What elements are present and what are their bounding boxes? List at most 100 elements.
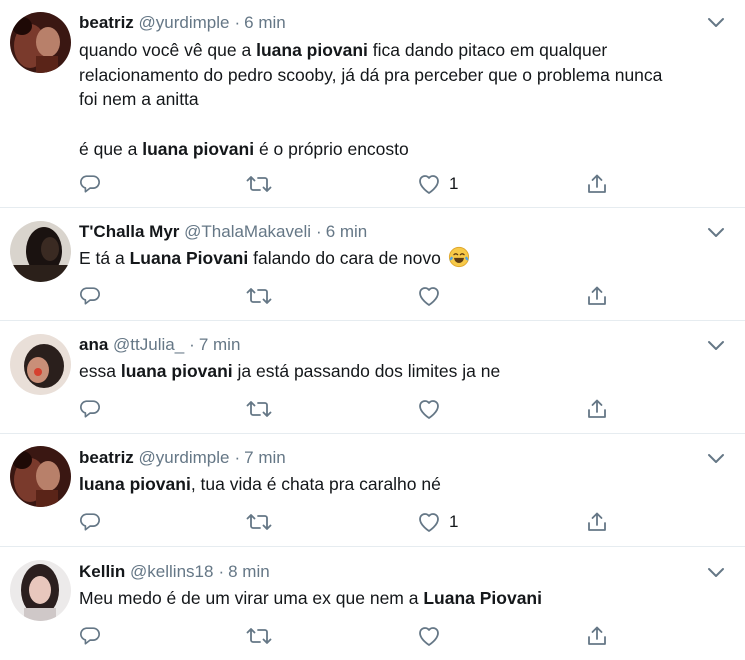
avatar[interactable] bbox=[10, 12, 71, 73]
share-button[interactable] bbox=[586, 510, 608, 534]
reply-icon bbox=[80, 175, 100, 193]
tweet-header: T'Challa Myr @ThalaMakaveli · 6 min bbox=[79, 221, 367, 243]
reply-icon bbox=[80, 400, 100, 418]
username[interactable]: @ThalaMakaveli bbox=[184, 222, 311, 241]
chevron-down-icon[interactable] bbox=[707, 340, 725, 352]
username[interactable]: @kellins18 bbox=[130, 562, 213, 581]
timestamp[interactable]: 8 min bbox=[228, 562, 270, 581]
share-button[interactable] bbox=[586, 624, 608, 648]
display-name[interactable]: beatriz bbox=[79, 13, 134, 32]
tweet-header: ana @ttJulia_ · 7 min bbox=[79, 334, 240, 356]
username[interactable]: @ttJulia_ bbox=[113, 335, 184, 354]
reply-button[interactable] bbox=[79, 172, 101, 196]
retweet-button[interactable] bbox=[246, 172, 272, 196]
retweet-icon bbox=[246, 401, 272, 417]
chevron-down-icon[interactable] bbox=[707, 227, 725, 239]
display-name[interactable]: Kellin bbox=[79, 562, 125, 581]
tweet[interactable]: ana @ttJulia_ · 7 min essa luana piovani j… bbox=[0, 321, 745, 434]
tweet-text-line: foi nem a anitta bbox=[79, 87, 729, 112]
avatar[interactable] bbox=[10, 334, 71, 395]
tweet-text: quando você vê que a luana piovani fica … bbox=[79, 38, 729, 161]
tweet-text: luana piovani, tua vida é chata pra cara… bbox=[79, 472, 729, 497]
text-run: falando do cara de novo bbox=[248, 248, 446, 268]
tweet-text-line: Meu medo é de um virar uma ex que nem a … bbox=[79, 586, 729, 611]
username[interactable]: @yurdimple bbox=[139, 13, 230, 32]
share-button[interactable] bbox=[586, 397, 608, 421]
share-button[interactable] bbox=[586, 172, 608, 196]
highlighted-term: luana piovani bbox=[79, 474, 191, 494]
timestamp[interactable]: 6 min bbox=[244, 13, 286, 32]
like-button[interactable] bbox=[417, 397, 449, 421]
text-run: E tá a bbox=[79, 248, 130, 268]
tweet-actions bbox=[79, 284, 639, 308]
like-count: 1 bbox=[449, 512, 459, 531]
tweet-text-line: E tá a Luana Piovani falando do cara de … bbox=[79, 246, 729, 271]
tweet-actions: 1 bbox=[79, 172, 639, 196]
heart-icon bbox=[419, 400, 439, 419]
separator: · bbox=[218, 562, 225, 581]
reply-icon bbox=[80, 287, 100, 305]
reply-button[interactable] bbox=[79, 624, 101, 648]
text-run: fica dando pitaco em qualquer bbox=[367, 40, 608, 60]
share-icon bbox=[588, 286, 606, 305]
tweet-actions bbox=[79, 397, 639, 421]
username[interactable]: @yurdimple bbox=[139, 448, 230, 467]
highlighted-term: luana piovani bbox=[256, 40, 368, 60]
tweet[interactable]: beatriz @yurdimple · 6 min quando você vê … bbox=[0, 0, 745, 208]
avatar[interactable] bbox=[10, 221, 71, 282]
avatar[interactable] bbox=[10, 446, 71, 507]
separator: · bbox=[234, 13, 241, 32]
reply-button[interactable] bbox=[79, 284, 101, 308]
display-name[interactable]: beatriz bbox=[79, 448, 134, 467]
share-icon bbox=[588, 174, 606, 193]
text-run: essa bbox=[79, 361, 121, 381]
like-count: 1 bbox=[449, 174, 459, 193]
retweet-button[interactable] bbox=[246, 510, 272, 534]
text-run: é que a bbox=[79, 138, 143, 159]
retweet-button[interactable] bbox=[246, 284, 272, 308]
avatar[interactable] bbox=[10, 560, 71, 621]
text-run: é o próprio encosto bbox=[254, 138, 409, 159]
reply-icon bbox=[80, 627, 100, 645]
display-name[interactable]: T'Challa Myr bbox=[79, 222, 179, 241]
tweet-text-line: quando você vê que a luana piovani fica … bbox=[79, 38, 729, 63]
separator: · bbox=[316, 222, 322, 241]
share-icon bbox=[588, 512, 606, 531]
reply-button[interactable] bbox=[79, 510, 101, 534]
timestamp[interactable]: 7 min bbox=[244, 448, 286, 467]
like-button[interactable]: 1 bbox=[417, 510, 458, 534]
text-run: relacionamento do pedro scooby, já dá pr… bbox=[79, 64, 663, 85]
chevron-down-icon[interactable] bbox=[707, 17, 725, 29]
highlighted-term: luana piovani bbox=[120, 361, 233, 381]
timestamp[interactable]: 6 min bbox=[326, 222, 368, 241]
tweet[interactable]: beatriz @yurdimple · 7 min luana piovani, … bbox=[0, 434, 745, 547]
text-run: , tua vida é chata pra caralho né bbox=[190, 474, 441, 494]
reply-button[interactable] bbox=[79, 397, 101, 421]
separator: · bbox=[234, 448, 241, 467]
tweet-header: beatriz @yurdimple · 7 min bbox=[79, 447, 286, 469]
retweet-button[interactable] bbox=[246, 624, 272, 648]
tweet[interactable]: Kellin @kellins18 · 8 min Meu medo é de um… bbox=[0, 547, 745, 660]
like-button[interactable]: 1 bbox=[417, 172, 458, 196]
heart-icon bbox=[419, 287, 439, 306]
share-button[interactable] bbox=[586, 284, 608, 308]
like-button[interactable] bbox=[417, 284, 449, 308]
timestamp[interactable]: 7 min bbox=[199, 335, 241, 354]
tweet-text-line: luana piovani, tua vida é chata pra cara… bbox=[79, 472, 729, 497]
face-with-tears-of-joy-emoji bbox=[448, 246, 470, 268]
reply-icon bbox=[80, 513, 100, 531]
tweet[interactable]: T'Challa Myr @ThalaMakaveli · 6 min E tá a… bbox=[0, 208, 745, 321]
chevron-down-icon[interactable] bbox=[707, 453, 725, 465]
text-run: Meu medo é de um virar uma ex que nem a bbox=[79, 588, 424, 608]
text-run: foi nem a anitta bbox=[79, 89, 199, 109]
tweet-text: essa luana piovani ja está passando dos … bbox=[79, 359, 729, 384]
tweet-actions: 1 bbox=[79, 510, 639, 534]
display-name[interactable]: ana bbox=[79, 335, 108, 354]
text-run: ja está passando dos limites ja ne bbox=[232, 361, 501, 381]
retweet-button[interactable] bbox=[246, 397, 272, 421]
like-button[interactable] bbox=[417, 624, 449, 648]
retweet-icon bbox=[246, 514, 272, 530]
chevron-down-icon[interactable] bbox=[707, 567, 725, 579]
highlighted-term: Luana Piovani bbox=[423, 588, 542, 608]
